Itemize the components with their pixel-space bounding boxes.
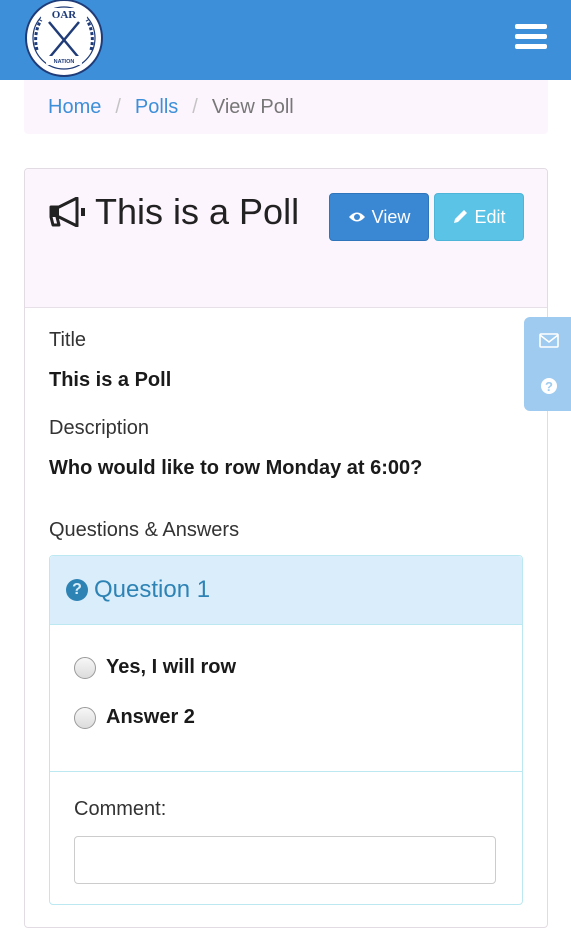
breadcrumb-separator: / (192, 95, 198, 118)
eye-icon (348, 212, 365, 222)
question-title: Question 1 (94, 576, 211, 603)
question-panel: ? Question 1 Yes, I will row Answer 2 Co… (49, 555, 523, 905)
question-circle-icon[interactable]: ? (538, 375, 560, 397)
answer-radio[interactable] (74, 706, 96, 729)
answer-radio[interactable] (74, 656, 96, 679)
oar-nation-logo[interactable]: OAR NATION (23, 0, 106, 78)
divider (50, 771, 522, 772)
answer-label: Answer 2 (106, 706, 195, 728)
envelope-icon[interactable] (538, 329, 560, 351)
answer-option[interactable]: Answer 2 (74, 706, 195, 729)
view-button-label: View (371, 206, 411, 227)
breadcrumb-current: View Poll (211, 95, 294, 118)
question-heading: ? Question 1 (50, 556, 522, 625)
answer-option[interactable]: Yes, I will row (74, 656, 236, 679)
svg-text:NATION: NATION (54, 59, 75, 65)
breadcrumb-polls-link[interactable]: Polls (135, 96, 178, 119)
poll-panel-heading: This is a Poll View Edit (25, 169, 547, 308)
comment-label: Comment: (74, 798, 167, 820)
breadcrumb-separator: / (115, 95, 121, 118)
title-label: Title (49, 329, 87, 351)
breadcrumb-home-link[interactable]: Home (48, 96, 101, 119)
page-title: This is a Poll (49, 191, 309, 233)
poll-heading-text: This is a Poll (95, 191, 300, 232)
top-navbar: OAR NATION (0, 0, 571, 80)
svg-text:?: ? (545, 379, 553, 394)
pencil-icon (454, 210, 468, 223)
edit-button[interactable]: Edit (434, 193, 524, 241)
description-label: Description (49, 417, 150, 439)
questions-answers-label: Questions & Answers (49, 519, 240, 541)
svg-text:OAR: OAR (52, 9, 78, 21)
poll-panel: This is a Poll View Edit Title This is a… (24, 168, 548, 928)
megaphone-icon (49, 197, 85, 227)
question-circle-icon: ? (66, 579, 88, 601)
view-button[interactable]: View (329, 193, 429, 241)
answer-label: Yes, I will row (106, 656, 237, 678)
description-value: Who would like to row Monday at 6:00? (49, 457, 423, 479)
hamburger-menu-icon[interactable] (515, 24, 547, 50)
title-value: This is a Poll (49, 369, 172, 391)
breadcrumb: Home / Polls / View Poll (24, 80, 548, 134)
comment-input[interactable] (74, 836, 496, 884)
floating-side-tab: ? (524, 317, 571, 411)
edit-button-label: Edit (474, 206, 506, 227)
